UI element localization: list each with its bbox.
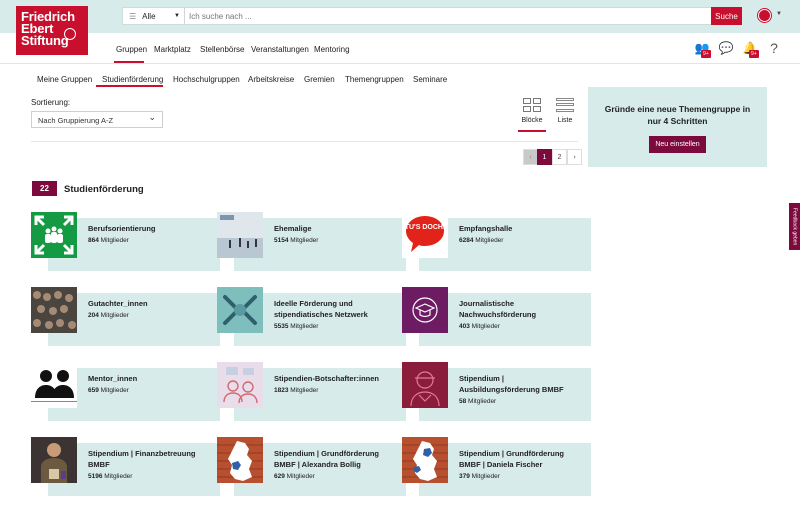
search-bar: ☰ Alle ▼	[122, 7, 742, 25]
view-blocks-toggle[interactable]: Blöcke	[519, 98, 545, 124]
pagination-next[interactable]: ›	[567, 149, 582, 165]
group-members: 864 Mitglieder	[88, 237, 129, 244]
crowd-photo	[31, 287, 77, 333]
group-name: Ehemalige	[274, 224, 312, 233]
sub-nav: Meine Gruppen Studienförderung Hochschul…	[32, 64, 732, 89]
subnav-arbeitskreise[interactable]: Arbeitskreise	[248, 75, 294, 84]
promo-box: Gründe eine neue Themengruppe in nur 4 S…	[588, 87, 767, 167]
group-card[interactable]: Ideelle Förderung und stipendiatisches N…	[217, 287, 406, 346]
search-button[interactable]: Suche	[711, 7, 742, 25]
group-name: Berufsorientierung	[88, 224, 156, 233]
alumni-photo	[217, 212, 263, 258]
group-card[interactable]: Ehemalige 5154 Mitglieder	[217, 212, 406, 271]
group-members: 659 Mitglieder	[88, 387, 129, 394]
group-members: 58 Mitglieder	[459, 398, 497, 405]
chat-icon[interactable]: 💬	[718, 41, 734, 55]
new-group-button[interactable]: Neu einstellen	[649, 136, 706, 153]
subnav-meine-gruppen[interactable]: Meine Gruppen	[37, 75, 92, 84]
group-card[interactable]: Stipendium | Grundförderung BMBF | Alexa…	[217, 437, 406, 496]
group-name: Stipendium | Ausbildungsförderung BMBF	[459, 374, 564, 394]
group-members: 629 Mitglieder	[274, 473, 315, 480]
search-scope-label: Alle	[142, 11, 156, 21]
menu-icon: ☰	[129, 11, 137, 21]
group-members: 403 Mitglieder	[459, 323, 500, 330]
pagination-page[interactable]: 1	[537, 149, 552, 165]
nav-marktplatz[interactable]: Marktplatz	[154, 45, 191, 54]
pagination-page[interactable]: 2	[552, 149, 567, 165]
group-members: 204 Mitglieder	[88, 312, 129, 319]
group-members: 5196 Mitglieder	[88, 473, 133, 480]
subnav-studienfoerderung[interactable]: Studienförderung	[102, 75, 163, 84]
group-card[interactable]: Gutachter_innen 204 Mitglieder	[31, 287, 220, 346]
view-list-toggle[interactable]: Liste	[552, 98, 578, 124]
group-name: Gutachter_innen	[88, 299, 148, 308]
language-globe-icon[interactable]	[758, 9, 771, 22]
worker-illustration	[402, 362, 448, 408]
person-photo	[31, 437, 77, 483]
view-list-label: Liste	[557, 117, 573, 124]
group-card[interactable]: Stipendium | Finanzbetreuung BMBF 5196 M…	[31, 437, 220, 496]
group-card[interactable]: Berufsorientierung 864 Mitglieder	[31, 212, 220, 271]
section-count-badge: 22	[32, 181, 57, 196]
search-scope-select[interactable]: ☰ Alle ▼	[123, 8, 185, 24]
people-icon	[31, 362, 77, 408]
feedback-tab[interactable]: Feedback geben	[789, 203, 800, 250]
search-input[interactable]	[185, 8, 741, 24]
group-name: Journalistische Nachwuchsförderung	[459, 299, 537, 319]
nav-gruppen[interactable]: Gruppen	[116, 45, 147, 54]
section-title: Studienförderung	[64, 184, 144, 195]
active-subnav-indicator	[96, 85, 163, 87]
graduation-cap-icon	[402, 287, 448, 333]
nav-stellenboerse[interactable]: Stellenbörse	[200, 45, 244, 54]
notification-badge: 9+	[749, 50, 759, 58]
notification-badge: 9+	[701, 50, 711, 58]
group-card[interactable]: Journalistische Nachwuchsförderung 403 M…	[402, 287, 591, 346]
pagination-prev[interactable]: ‹	[523, 149, 538, 165]
caret-down-icon: ▼	[174, 13, 180, 19]
sort-label: Sortierung:	[31, 98, 71, 107]
group-name: Mentor_innen	[88, 374, 138, 383]
group-card[interactable]: Stipendium | Ausbildungsförderung BMBF 5…	[402, 362, 591, 421]
group-members: 5154 Mitglieder	[274, 237, 319, 244]
sort-select[interactable]: Nach Gruppierung A-Z	[31, 111, 163, 128]
hands-network-image	[217, 287, 263, 333]
subnav-gremien[interactable]: Gremien	[304, 75, 335, 84]
ambassadors-illustration	[217, 362, 263, 408]
group-card[interactable]: Stipendien-Botschafter:innen 1823 Mitgli…	[217, 362, 406, 421]
germany-map-image	[402, 437, 448, 483]
active-view-indicator	[518, 130, 546, 132]
active-nav-indicator	[114, 61, 144, 63]
group-members: 6284 Mitglieder	[459, 237, 504, 244]
group-members: 1823 Mitglieder	[274, 387, 319, 394]
group-members: 379 Mitglieder	[459, 473, 500, 480]
sort-value: Nach Gruppierung A-Z	[38, 116, 114, 125]
help-icon[interactable]: ?	[766, 41, 782, 55]
group-members: 5535 Mitglieder	[274, 323, 319, 330]
subnav-seminare[interactable]: Seminare	[413, 75, 447, 84]
germany-map-image	[217, 437, 263, 483]
promo-title: Gründe eine neue Themengruppe in nur 4 S…	[604, 104, 751, 126]
group-name: Stipendium | Grundförderung BMBF | Alexa…	[274, 449, 380, 469]
group-name: Stipendium | Grundförderung BMBF | Danie…	[459, 449, 565, 469]
group-name: Stipendien-Botschafter:innen	[274, 374, 380, 383]
divider	[31, 141, 578, 142]
group-card[interactable]: Mentor_innen 659 Mitglieder	[31, 362, 220, 421]
svg-text:TU'S DOCH!: TU'S DOCH!	[405, 224, 446, 231]
list-icon	[556, 98, 574, 112]
nav-mentoring[interactable]: Mentoring	[314, 45, 350, 54]
grid-icon	[523, 98, 541, 112]
group-name: Stipendium | Finanzbetreuung BMBF	[88, 449, 196, 469]
assembly-point-icon	[31, 212, 77, 258]
subnav-themengruppen[interactable]: Themengruppen	[345, 75, 404, 84]
main-nav: Gruppen Marktplatz Stellenbörse Veransta…	[0, 33, 800, 64]
group-name: Empfangshalle	[459, 224, 513, 233]
group-card[interactable]: TU'S DOCH! Empfangshalle 6284 Mitglieder	[402, 212, 591, 271]
group-card[interactable]: Stipendium | Grundförderung BMBF | Danie…	[402, 437, 591, 496]
caret-down-icon[interactable]: ▼	[776, 11, 782, 17]
view-blocks-label: Blöcke	[521, 117, 543, 124]
nav-veranstaltungen[interactable]: Veranstaltungen	[251, 45, 309, 54]
subnav-hochschulgruppen[interactable]: Hochschulgruppen	[173, 75, 240, 84]
group-name: Ideelle Förderung und stipendiatisches N…	[274, 299, 368, 319]
speech-bubble-image: TU'S DOCH!	[402, 212, 448, 258]
